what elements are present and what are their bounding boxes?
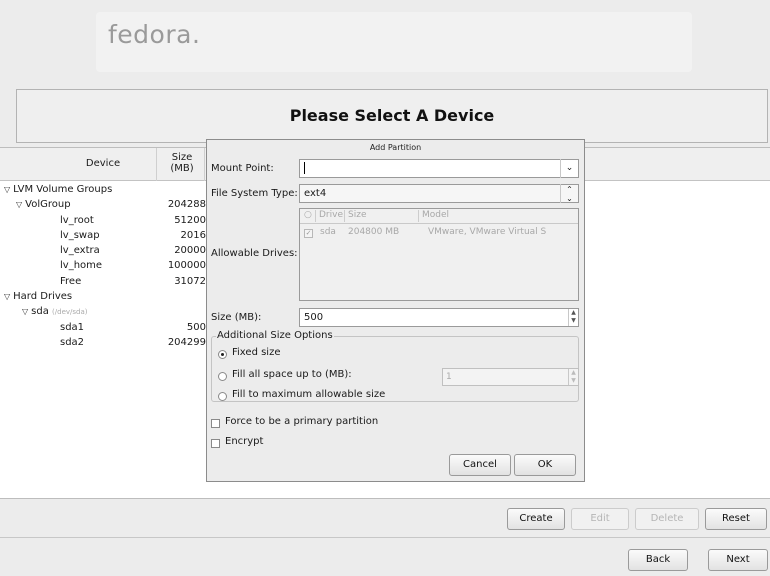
tree-row-size: 204288 [167,199,206,211]
mount-point-label: Mount Point: [211,163,274,174]
tree-row-lvm-volume-groups[interactable]: ▽ LVM Volume Groups [0,182,206,197]
tree-row-lv-home[interactable]: lv_home 100000 [0,258,206,273]
encrypt-checkbox[interactable] [211,439,220,448]
tree-row-lv-extra[interactable]: lv_extra 20000 [0,243,206,258]
device-path: (/dev/sda) [52,308,88,317]
radio-icon: ○ [304,210,312,220]
cancel-button[interactable]: Cancel [449,454,511,476]
tree-row-label: Hard Drives [13,291,73,303]
column-model[interactable]: Model [422,210,449,220]
tree-row-size: 31072 [174,275,206,287]
title-bar: Please Select A Device [16,89,768,143]
checkbox-icon[interactable]: ✓ [304,229,313,238]
next-button[interactable]: Next [708,549,768,571]
fixed-size-label[interactable]: Fixed size [232,347,280,358]
size-spinbox[interactable]: 500 ▲ ▼ [299,308,579,327]
reset-button[interactable]: Reset [705,508,767,530]
tree-row-label: lv_extra [60,245,100,257]
edit-button[interactable]: Edit [571,508,629,530]
create-button[interactable]: Create [507,508,565,530]
triangle-down-icon[interactable]: ▽ [4,289,10,304]
drive-model: VMware, VMware Virtual S [428,227,547,237]
tree-row-sda2[interactable]: sda2 204299 [0,335,206,350]
fedora-logo: fedora. [108,20,201,49]
dialog-title: Add Partition [369,143,422,152]
force-primary-checkbox[interactable] [211,419,220,428]
allowable-drives-label: Allowable Drives: [211,248,298,259]
fixed-size-radio[interactable] [218,350,227,359]
tree-row-size: 2016 [180,229,206,241]
tree-row-lv-swap[interactable]: lv_swap 2016 [0,228,206,243]
page-title: Please Select A Device [289,106,495,125]
tree-row-label: lv_root [60,214,94,226]
fs-type-select[interactable]: ext4 ⌃ ⌄ [299,184,579,203]
column-header-size[interactable]: Size (MB) [158,152,206,174]
column-separator [156,148,157,181]
tree-row-label: lv_swap [60,229,100,241]
fill-up-to-radio[interactable] [218,372,227,381]
tree-row-volgroup[interactable]: ▽ VolGroup 204288 [0,197,206,212]
mount-point-combo[interactable]: ⌄ [299,159,579,178]
fill-up-to-spinbox: 1 ▲ ▼ [442,368,579,386]
tree-row-label: sda1 [60,321,85,333]
text-cursor [304,162,305,174]
tree-row-size: 500 [186,321,206,333]
fs-type-label: File System Type: [211,188,298,199]
tree-row-label: Free [60,275,82,287]
spinner-arrows-icon[interactable]: ⌃ ⌄ [560,184,578,203]
tree-row-size: 100000 [167,260,206,272]
ok-button[interactable]: OK [514,454,576,476]
fill-up-to-value: 1 [446,372,452,382]
tree-row-lv-root[interactable]: lv_root 51200 [0,213,206,228]
device-tree: ▽ LVM Volume Groups ▽ VolGroup 204288 lv_r… [0,182,206,350]
tree-row-size: 51200 [174,214,206,226]
chevron-down-icon[interactable]: ⌄ [560,159,578,178]
fill-max-radio[interactable] [218,392,227,401]
column-drive[interactable]: Drive [319,210,343,220]
spinner-arrows-icon: ▲ ▼ [568,369,578,385]
add-partition-dialog: Add Partition Mount Point: ⌄ File System… [206,139,585,482]
delete-button[interactable]: Delete [635,508,699,530]
drive-row-sda[interactable]: ✓ sda 204800 MB VMware, VMware Virtual S [300,226,578,241]
triangle-down-icon[interactable]: ▽ [22,304,28,319]
encrypt-label[interactable]: Encrypt [225,436,263,447]
drive-name: sda [320,227,336,237]
fill-up-to-label[interactable]: Fill all space up to (MB): [232,369,352,380]
tree-row-size: 20000 [174,245,206,257]
column-separator [204,148,205,181]
triangle-down-icon[interactable]: ▽ [4,182,10,197]
tree-row-label: sda2 [60,336,85,348]
allowable-drives-list[interactable]: ○ Drive Size Model ✓ sda 204800 MB VMwar… [299,208,579,301]
spinner-arrows-icon[interactable]: ▲ ▼ [568,309,578,326]
triangle-down-icon[interactable]: ▽ [16,197,22,212]
column-size[interactable]: Size [348,210,366,220]
additional-size-options-label: Additional Size Options [216,330,334,341]
tree-row-free[interactable]: Free 31072 [0,274,206,289]
back-button[interactable]: Back [628,549,688,571]
tree-row-label: VolGroup [25,199,71,211]
fill-max-label[interactable]: Fill to maximum allowable size [232,389,385,400]
tree-row-label: lv_home [60,260,103,272]
column-header-size-unit: (MB) [170,163,194,174]
tree-row-label: sda [31,306,49,318]
size-label: Size (MB): [211,312,262,323]
tree-row-size: 204299 [167,336,206,348]
size-value: 500 [304,312,324,323]
tree-row-label: LVM Volume Groups [13,184,113,195]
column-header-size-text: Size [171,152,193,163]
tree-row-hard-drives[interactable]: ▽ Hard Drives [0,289,206,304]
force-primary-label[interactable]: Force to be a primary partition [225,416,378,427]
divider [0,537,770,538]
drive-size: 204800 MB [348,227,400,237]
logo-banner: fedora. [96,12,692,72]
tree-row-sda1[interactable]: sda1 500 [0,320,206,335]
drives-header: ○ Drive Size Model [300,209,578,224]
tree-row-sda[interactable]: ▽ sda (/dev/sda) [0,304,206,319]
fs-type-value: ext4 [304,188,327,199]
